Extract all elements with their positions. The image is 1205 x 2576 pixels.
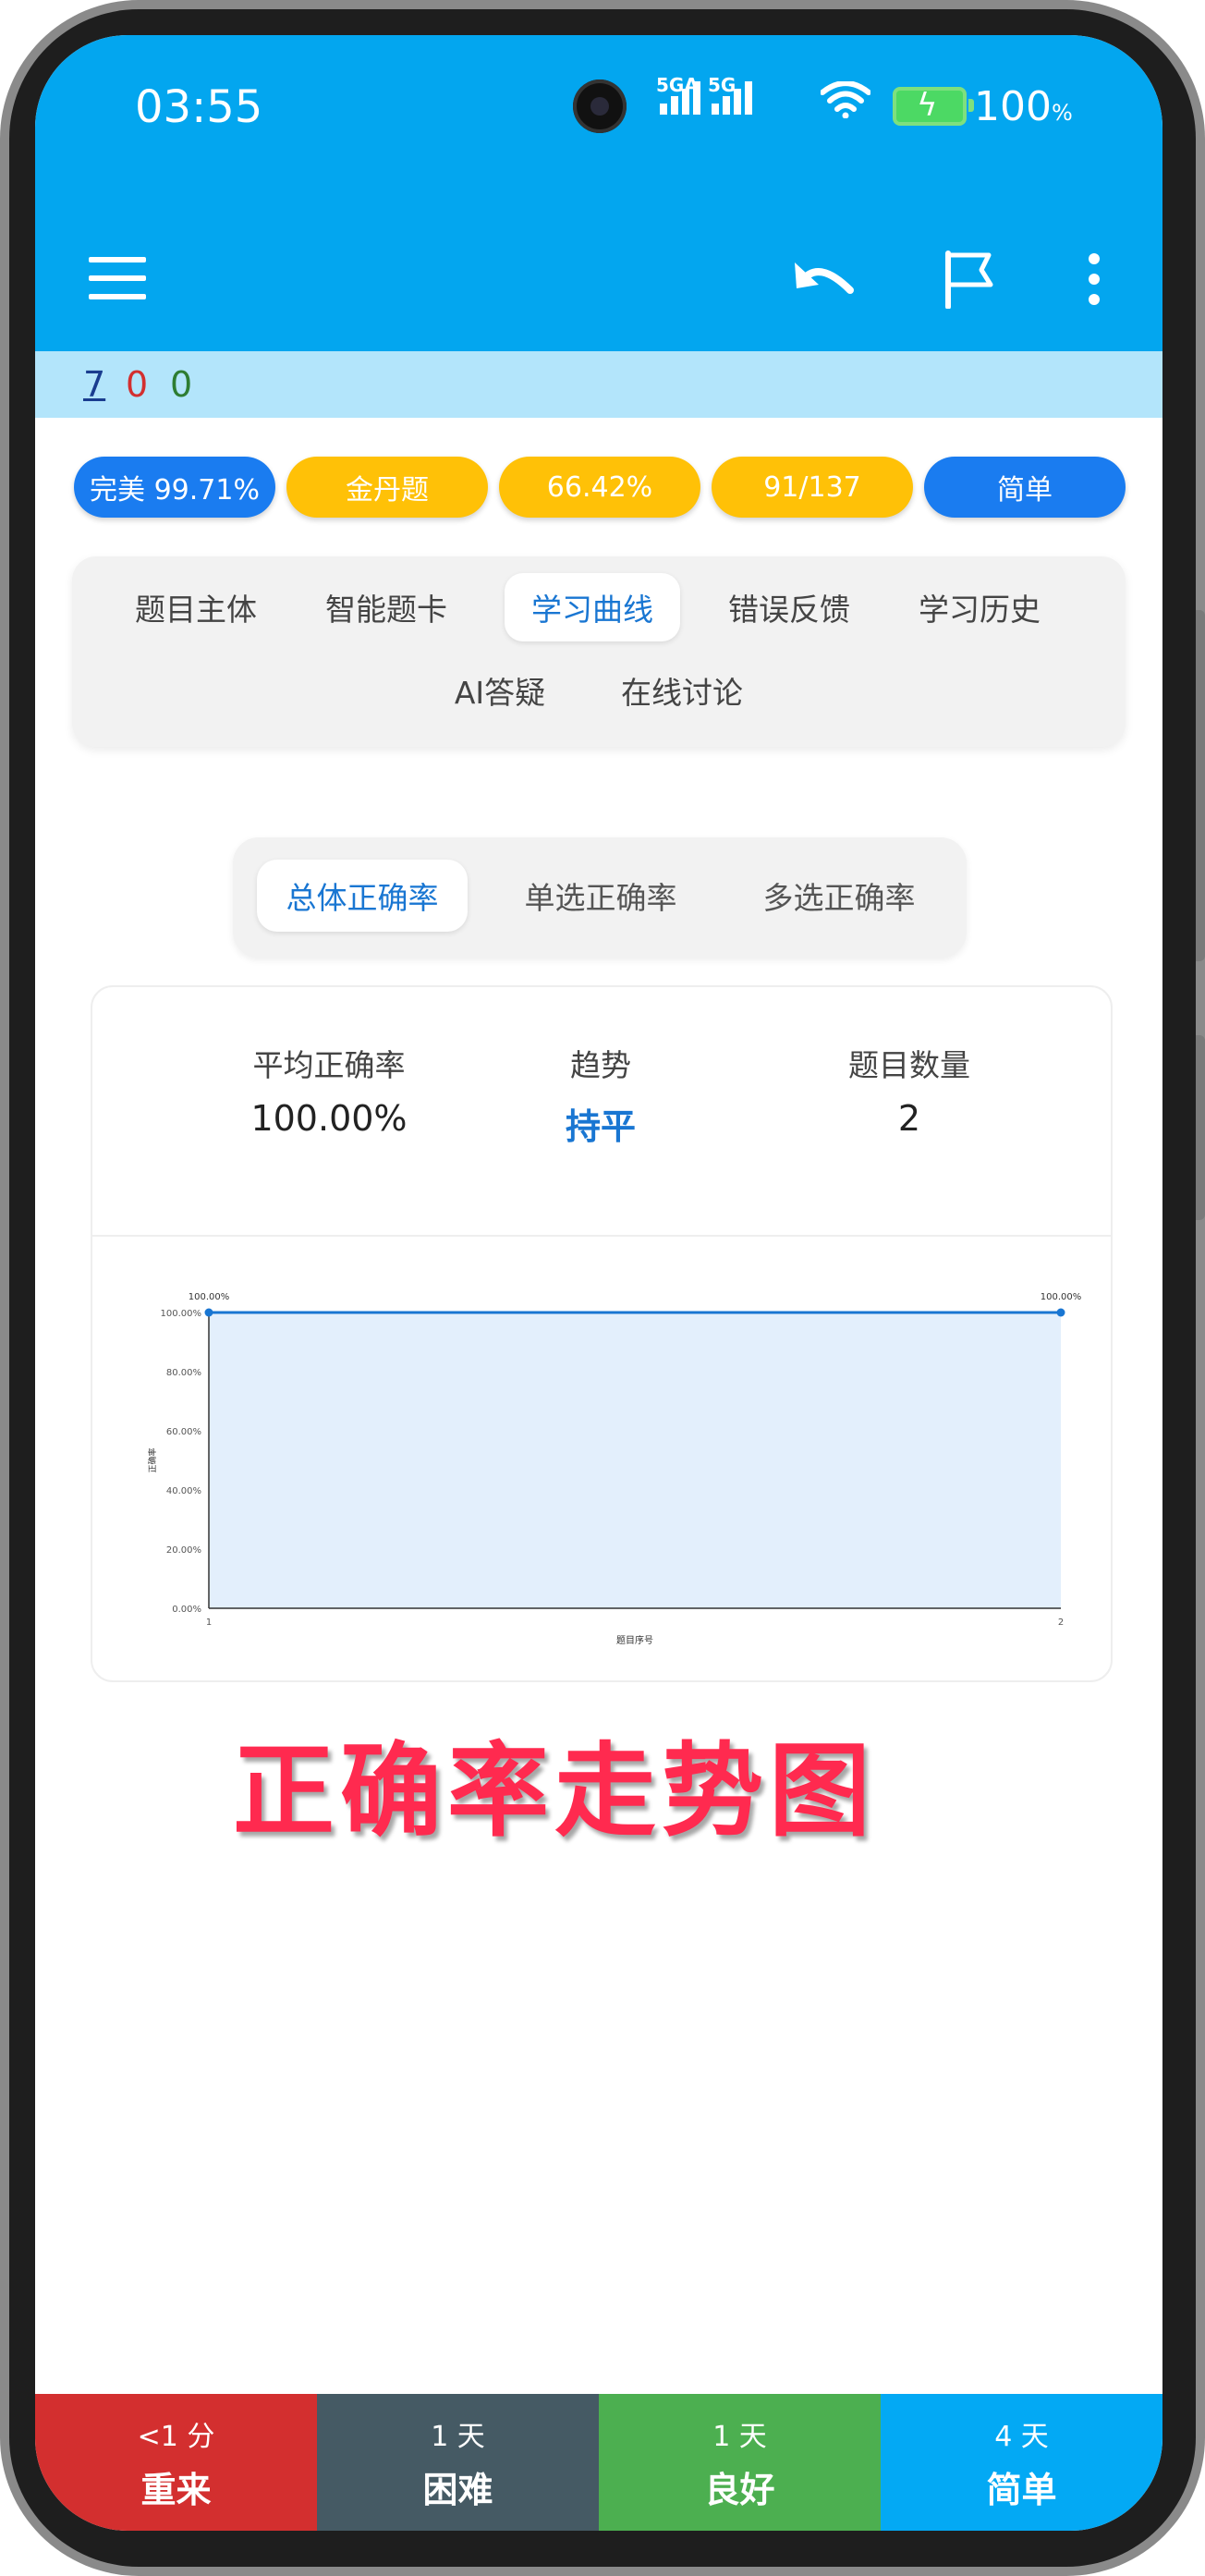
stat-average-value: 100.00% (250, 1098, 408, 1139)
more-options-icon[interactable] (1089, 253, 1102, 307)
status-time: 03:55 (135, 81, 263, 133)
chip-percent[interactable]: 66.42% (499, 457, 700, 518)
good-button[interactable]: 1 天 良好 (599, 2394, 881, 2531)
flag-icon[interactable] (943, 250, 996, 309)
subtab-overall[interactable]: 总体正确率 (257, 860, 468, 932)
stat-count-label: 题目数量 (848, 1047, 970, 1083)
stat-trend: 趋势 持平 (462, 1041, 739, 1149)
card-divider (92, 1235, 1111, 1237)
chip-level[interactable]: 金丹题 (286, 457, 488, 518)
stat-average: 平均正确率 100.00% (190, 1041, 468, 1139)
y-axis-title: 正确率 (147, 1447, 158, 1472)
chip-perfect[interactable]: 完美 99.71% (74, 457, 275, 518)
y-tick-label: 20.00% (166, 1545, 201, 1556)
counter-green: 0 (170, 364, 193, 405)
accuracy-subtabs: 总体正确率 单选正确率 多选正确率 (233, 837, 967, 958)
front-camera (573, 79, 627, 133)
tab-smart-card[interactable]: 智能题卡 (305, 573, 468, 641)
signal-5ga-icon: 5GA (656, 74, 700, 115)
tab-error-feedback[interactable]: 错误反馈 (708, 573, 870, 641)
hard-button[interactable]: 1 天 困难 (317, 2394, 599, 2531)
app-bar (35, 183, 1162, 351)
answer-buttons: <1 分 重来 1 天 困难 1 天 良好 4 天 简单 (35, 2394, 1162, 2531)
wifi-icon (821, 81, 870, 118)
counter-blue[interactable]: 7 (83, 364, 105, 405)
y-tick-label: 40.00% (166, 1486, 201, 1496)
stat-average-label: 平均正确率 (252, 1047, 406, 1083)
stat-trend-label: 趋势 (570, 1047, 631, 1083)
x-tick-label: 2 (1058, 1618, 1064, 1628)
stat-trend-value: 持平 (565, 1106, 636, 1147)
y-tick-label: 100.00% (161, 1309, 202, 1319)
main-tabs: 题目主体 智能题卡 学习曲线 错误反馈 学习历史 AI答疑 在线讨论 (72, 556, 1126, 747)
signal-indicators: 5GA 5G (656, 74, 752, 115)
counter-red: 0 (126, 364, 149, 405)
signal-5g-icon: 5G (708, 74, 752, 115)
tab-ai-qa[interactable]: AI答疑 (421, 656, 578, 725)
subtab-multiple[interactable]: 多选正确率 (734, 860, 944, 932)
stat-count: 题目数量 2 (771, 1041, 1048, 1139)
easy-button[interactable]: 4 天 简单 (881, 2394, 1162, 2531)
tab-online-discussion[interactable]: 在线讨论 (601, 656, 763, 725)
info-chips: 完美 99.71% 金丹题 66.42% 91/137 简单 (74, 457, 1127, 518)
counter-bar: 7 0 0 (35, 351, 1162, 418)
data-label: 100.00% (1041, 1292, 1082, 1302)
watermark-caption: 正确率走势图 (233, 1731, 876, 1850)
status-bar: 03:55 5GA 5G ϟ 100% (35, 35, 1162, 183)
accuracy-area (209, 1312, 1061, 1608)
menu-icon[interactable] (89, 257, 146, 299)
accuracy-chart: 0.00% 20.00% 40.00% 60.00% 80.00% 100.00% 100.… (147, 1292, 1082, 1646)
screen: 03:55 5GA 5G ϟ 1 00% 7 0 0 完美 99.71% 金丹题 … (35, 35, 1162, 2531)
tab-question-body[interactable]: 题目主体 (115, 573, 277, 641)
tab-learning-curve[interactable]: 学习曲线 (505, 573, 680, 641)
y-tick-label: 80.00% (166, 1368, 201, 1378)
chip-difficulty[interactable]: 简单 (924, 457, 1126, 518)
data-point (204, 1308, 213, 1317)
power-button (1196, 1035, 1205, 1220)
y-tick-label: 60.00% (166, 1427, 201, 1437)
stats-card: 平均正确率 100.00% 趋势 持平 题目数量 2 0.00% 20.00% 40… (91, 985, 1113, 1682)
x-axis-title: 题目序号 (616, 1634, 653, 1646)
data-label: 100.00% (189, 1292, 230, 1302)
stat-count-value: 2 (897, 1098, 921, 1139)
y-tick-label: 0.00% (172, 1605, 201, 1615)
again-button[interactable]: <1 分 重来 (35, 2394, 317, 2531)
x-tick-label: 1 (206, 1618, 212, 1628)
undo-icon[interactable] (791, 253, 856, 301)
chip-progress[interactable]: 91/137 (712, 457, 913, 518)
battery-icon: ϟ (893, 87, 974, 126)
subtab-single[interactable]: 单选正确率 (495, 860, 706, 932)
tab-learning-history[interactable]: 学习历史 (898, 573, 1061, 641)
data-point (1056, 1308, 1065, 1317)
phone-frame: 03:55 5GA 5G ϟ 1 00% 7 0 0 完美 99.71% 金丹题 … (0, 0, 1205, 2576)
volume-button (1196, 610, 1205, 961)
battery-level: 100% (974, 83, 1073, 130)
